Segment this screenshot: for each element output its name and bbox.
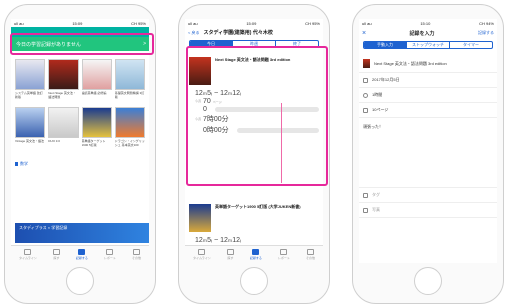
- tab-bar: タイムライン 探す 記録する レポート その他: [11, 245, 149, 263]
- tab-search[interactable]: 探す: [226, 249, 234, 260]
- record-card[interactable]: 英単語ターゲット1900 5訂版 (大学JUKEN新書) 12ₘ5ᵢ ~ 12ₘ…: [189, 204, 319, 244]
- save-button[interactable]: 記録する: [478, 30, 494, 36]
- tab-timeline[interactable]: タイムライン: [19, 249, 37, 260]
- page-title: スタディ学園(建築用) 代々木校: [203, 30, 273, 36]
- book-cover: [189, 204, 211, 232]
- book-title: 英単語ターゲット1900 5訂版 (大学JUKEN新書): [215, 204, 301, 209]
- tab-record[interactable]: 記録する: [250, 249, 262, 260]
- pencil-icon: [78, 249, 86, 255]
- nav-bar: × 記録を入力 記録する: [359, 27, 497, 39]
- photo-field[interactable]: 写真: [359, 203, 497, 218]
- more-icon: [306, 249, 314, 255]
- tab-search[interactable]: 探す: [52, 249, 60, 260]
- segment-timer[interactable]: タイマー: [450, 42, 492, 48]
- home-button[interactable]: [66, 267, 94, 295]
- book-item[interactable]: DUO 3.0: [48, 107, 79, 151]
- home-screen: ull au 15:09 CH 95% 今日の学習記録がありません > システム…: [11, 19, 149, 263]
- date-range: 12ₘ5ᵢ ~ 12ₘ12ᵢ: [195, 237, 242, 244]
- segment-manual[interactable]: 手動入力: [364, 42, 407, 48]
- book-grid: システム英単語 改訂新版 Next Stage 英文法・語法問題 速読英単語 必…: [15, 59, 145, 151]
- nav-bar: < 戻る スタディ学園(建築用) 代々木校: [185, 27, 323, 38]
- chart-icon: [106, 249, 114, 255]
- pages-field[interactable]: 10ページ: [359, 103, 497, 118]
- battery-text: CH 95%: [131, 20, 146, 26]
- tab-timeline[interactable]: タイムライン: [193, 249, 211, 260]
- search-icon: [226, 249, 234, 255]
- camera-icon: [363, 207, 368, 213]
- pencil-icon: [252, 249, 260, 255]
- book-item[interactable]: Vintage 英文法・語法: [15, 107, 46, 151]
- book-thumbnail: [363, 59, 370, 68]
- status-bar: ull au 15:09 CH 95%: [11, 19, 149, 27]
- page-title: 記録を入力: [409, 30, 435, 37]
- date-field[interactable]: 2017年12月5日: [359, 73, 497, 88]
- section-heading: 数学: [15, 161, 28, 167]
- book-item[interactable]: ドラゴン・イングリッシュ 基本英文100: [114, 107, 145, 151]
- more-icon: [132, 249, 140, 255]
- status-bar: ull au 15:10 CH 94%: [362, 20, 494, 26]
- ad-banner[interactable]: スタディプラス × 学習記録: [15, 223, 149, 243]
- back-button[interactable]: < 戻る: [188, 30, 199, 36]
- section-marker-icon: [15, 162, 18, 166]
- carrier-text: ull au: [14, 20, 24, 26]
- duration-field[interactable]: 1時間: [359, 88, 497, 103]
- clock: 15:09: [72, 20, 83, 26]
- tag-field[interactable]: タグ: [359, 188, 497, 203]
- input-screen: ull au 15:10 CH 94% × 記録を入力 記録する 手動入力 スト…: [359, 19, 497, 263]
- tab-report[interactable]: レポート: [278, 249, 290, 260]
- clock-icon: [363, 92, 368, 98]
- memo-field[interactable]: 頑張った！: [359, 118, 497, 188]
- book-item[interactable]: 基礎英文問題精講 3訂版: [114, 59, 145, 103]
- screenshot-collage: ull au 15:09 CH 95% 今日の学習記録がありません > システム…: [0, 0, 507, 308]
- book-item[interactable]: システム英単語 改訂新版: [15, 59, 46, 103]
- tag-icon: [363, 192, 368, 198]
- timeline-icon: [24, 249, 32, 255]
- book-item[interactable]: 速読英単語 必修編: [81, 59, 112, 103]
- highlight-frame: [10, 33, 154, 55]
- segment-stopwatch[interactable]: ストップウォッチ: [407, 42, 450, 48]
- search-icon: [52, 249, 60, 255]
- timeline-icon: [198, 249, 206, 255]
- book-icon: [363, 107, 368, 113]
- chart-icon: [280, 249, 288, 255]
- book-field[interactable]: Next Stage 英文法・語法問題 3rd edition: [359, 55, 497, 73]
- highlight-frame: [186, 46, 328, 186]
- input-mode-segment: 手動入力 ストップウォッチ タイマー: [363, 41, 493, 49]
- tab-record[interactable]: 記録する: [76, 249, 88, 260]
- book-item[interactable]: Next Stage 英文法・語法問題: [48, 59, 79, 103]
- book-item[interactable]: 英単語ターゲット1900 5訂版: [81, 107, 112, 151]
- tab-more[interactable]: その他: [132, 249, 141, 260]
- home-button[interactable]: [414, 267, 442, 295]
- calendar-icon: [363, 77, 368, 83]
- home-button[interactable]: [240, 267, 268, 295]
- tab-bar: タイムライン 探す 記録する レポート その他: [185, 245, 323, 263]
- tab-report[interactable]: レポート: [104, 249, 116, 260]
- phone-input: ull au 15:10 CH 94% × 記録を入力 記録する 手動入力 スト…: [352, 4, 504, 304]
- close-icon[interactable]: ×: [362, 30, 366, 37]
- status-bar: ull au 15:09 CH 95%: [188, 20, 320, 26]
- tab-more[interactable]: その他: [306, 249, 315, 260]
